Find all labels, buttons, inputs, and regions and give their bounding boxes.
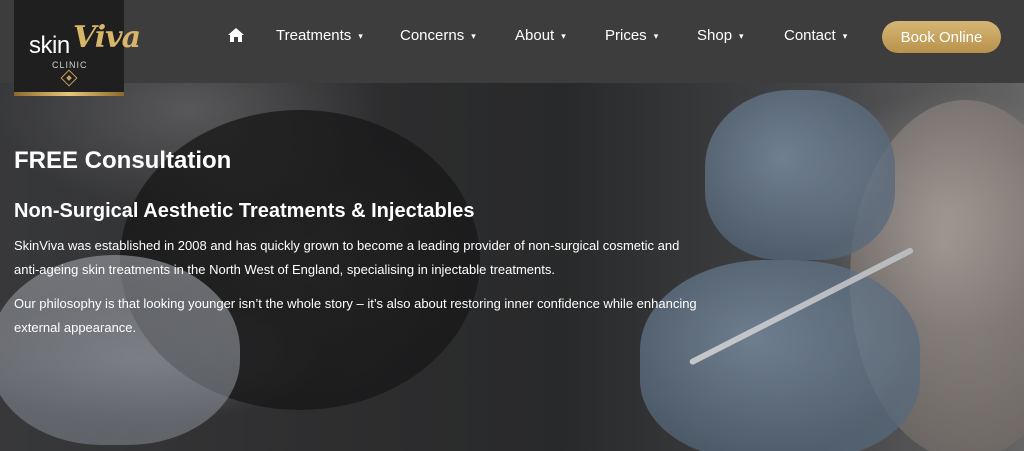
nav-label-treatments: Treatments [276, 27, 352, 44]
logo-emblem-icon [60, 69, 78, 87]
nav-label-contact: Contact [784, 27, 836, 44]
nav-label-prices: Prices [605, 27, 647, 44]
chevron-down-icon: ▾ [842, 31, 848, 41]
hero-heading: FREE Consultation [14, 147, 232, 174]
hero-subheading: Non-Surgical Aesthetic Treatments & Inje… [14, 200, 475, 222]
home-icon[interactable] [228, 28, 244, 42]
logo-clinic-text: CLINIC [52, 60, 88, 70]
nav-item-about[interactable]: About ▾ [515, 27, 566, 44]
chevron-down-icon: ▾ [653, 31, 659, 41]
nav-item-prices[interactable]: Prices ▾ [605, 27, 658, 44]
logo-gold-bar [14, 92, 124, 96]
chevron-down-icon: ▾ [358, 31, 363, 41]
logo-skin-text: skin [29, 32, 70, 59]
site-logo[interactable]: skin Viva CLINIC [14, 0, 141, 96]
nav-item-treatments[interactable]: Treatments ▾ [276, 27, 363, 44]
nav-item-concerns[interactable]: Concerns ▾ [400, 27, 476, 44]
hero-paragraph-philosophy: Our philosophy is that looking younger i… [14, 296, 697, 335]
site-header: skin Viva CLINIC Treatments ▾ Concerns ▾… [0, 0, 1024, 96]
nav-label-shop: Shop [697, 27, 733, 44]
nav-item-contact[interactable]: Contact ▾ [784, 27, 847, 44]
nav-label-concerns: Concerns [400, 27, 465, 44]
book-online-button[interactable]: Book Online [882, 21, 1001, 53]
hero-paragraph-intro: SkinViva was established in 2008 and has… [14, 238, 680, 277]
nav-label-about: About [515, 27, 555, 44]
nav-item-shop[interactable]: Shop ▾ [697, 27, 744, 44]
chevron-down-icon: ▾ [471, 31, 476, 41]
chevron-down-icon: ▾ [561, 31, 566, 41]
logo-viva-text: Viva [73, 20, 141, 55]
chevron-down-icon: ▾ [739, 31, 744, 41]
